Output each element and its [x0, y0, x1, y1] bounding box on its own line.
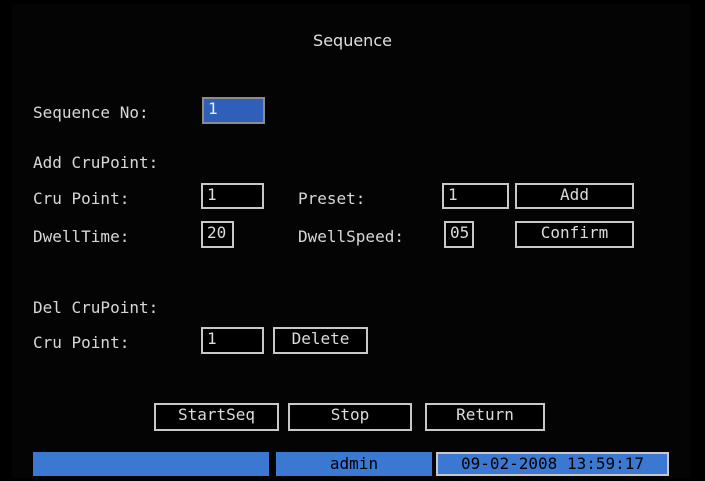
- add-cru-point-label: Cru Point:: [33, 189, 130, 208]
- delete-button[interactable]: Delete: [273, 327, 368, 354]
- dwell-speed-field[interactable]: 05: [444, 221, 474, 248]
- del-cru-point-field[interactable]: 1: [201, 327, 264, 354]
- confirm-button[interactable]: Confirm: [515, 221, 634, 248]
- add-button[interactable]: Add: [515, 183, 634, 209]
- dwell-time-field[interactable]: 20: [201, 221, 234, 248]
- dwell-speed-label: DwellSpeed:: [298, 227, 404, 246]
- status-datetime: 09-02-2008 13:59:17: [436, 452, 669, 476]
- status-bar-blank: [33, 452, 269, 476]
- page-title: Sequence: [313, 31, 392, 50]
- stop-button[interactable]: Stop: [288, 403, 412, 431]
- del-crupoint-heading: Del CruPoint:: [33, 298, 159, 317]
- sequence-no-field[interactable]: 1: [202, 97, 265, 124]
- status-user: admin: [276, 452, 432, 476]
- start-seq-button[interactable]: StartSeq: [154, 403, 279, 431]
- sequence-no-label: Sequence No:: [33, 103, 149, 122]
- add-crupoint-heading: Add CruPoint:: [33, 153, 159, 172]
- dwell-time-label: DwellTime:: [33, 227, 130, 246]
- del-cru-point-label: Cru Point:: [33, 333, 130, 352]
- preset-field[interactable]: 1: [442, 183, 509, 209]
- preset-label: Preset:: [298, 189, 366, 208]
- add-cru-point-field[interactable]: 1: [201, 183, 264, 209]
- return-button[interactable]: Return: [425, 403, 545, 431]
